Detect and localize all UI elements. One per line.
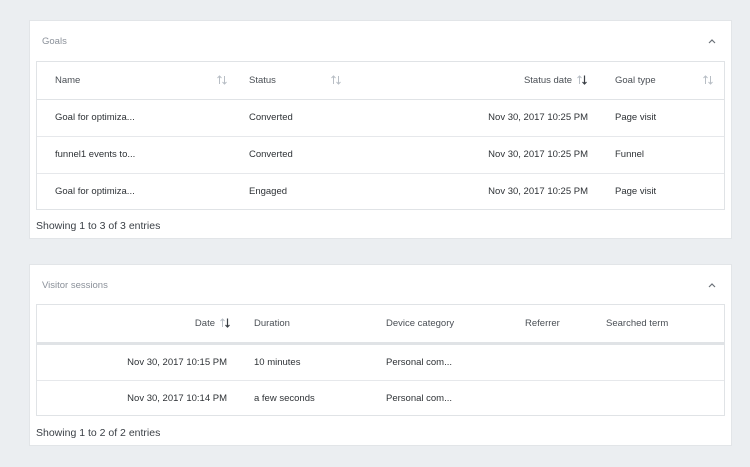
goal-status-date-cell: Nov 30, 2017 10:25 PM [347, 136, 605, 174]
goals-entries-info: Showing 1 to 3 of 3 entries [36, 220, 161, 232]
session-device-cell: Personal com... [386, 393, 452, 405]
sort-descending-icon[interactable] [219, 317, 231, 329]
goal-type-cell: Funnel [605, 136, 724, 174]
session-duration-cell: 10 minutes [245, 343, 377, 381]
goals-title: Goals [42, 35, 67, 47]
sessions-table: Date Duration Device category Referrer S… [36, 304, 725, 416]
column-header-device-category[interactable]: Device category [377, 305, 516, 345]
table-row[interactable]: Nov 30, 2017 10:15 PM 10 minutes Persona… [37, 343, 724, 381]
goal-name-cell: funnel1 events to... [37, 136, 237, 174]
session-duration-cell: a few seconds [254, 393, 315, 405]
column-status-date-label: Status date [523, 74, 572, 86]
session-device-cell: Personal com... [377, 343, 516, 381]
goal-name-cell: Goal for optimiza... [55, 186, 135, 198]
goals-panel-header: Goals [30, 21, 731, 61]
column-header-name[interactable]: Name [37, 62, 237, 100]
sessions-panel-header: Visitor sessions [30, 265, 731, 305]
column-name-label: Name [55, 74, 81, 86]
column-header-status[interactable]: Status [237, 62, 347, 100]
sessions-title: Visitor sessions [42, 279, 108, 291]
session-searched-term-cell [597, 380, 724, 415]
visitor-sessions-panel: Visitor sessions Date Duration Device ca… [29, 264, 732, 446]
sessions-header-row: Date Duration Device category Referrer S… [37, 305, 724, 345]
session-date-cell: Nov 30, 2017 10:14 PM [127, 393, 227, 405]
goal-status-date-cell: Nov 30, 2017 10:25 PM [488, 186, 588, 198]
goal-name-cell: Goal for optimiza... [37, 99, 237, 137]
table-row[interactable]: Goal for optimiza... Engaged Nov 30, 201… [37, 173, 724, 209]
sort-descending-icon[interactable] [576, 74, 588, 86]
table-row[interactable]: Nov 30, 2017 10:14 PM a few seconds Pers… [37, 380, 724, 415]
goal-status-cell: Engaged [249, 186, 288, 198]
sessions-entries-info: Showing 1 to 2 of 2 entries [36, 427, 161, 439]
goal-status-date-cell: Nov 30, 2017 10:25 PM [347, 99, 605, 137]
sort-icon[interactable] [330, 74, 342, 86]
chevron-up-icon[interactable] [705, 278, 719, 292]
goals-header-row: Name Status Status date Goal type [37, 62, 724, 100]
column-date-label: Date [194, 317, 215, 329]
goal-status-cell: Converted [237, 99, 347, 137]
goal-type-cell: Page visit [605, 99, 724, 137]
column-goal-type-label: Goal type [615, 74, 656, 86]
column-header-status-date[interactable]: Status date [347, 62, 605, 100]
column-header-goal-type[interactable]: Goal type [605, 62, 724, 100]
sort-icon[interactable] [702, 74, 714, 86]
table-row[interactable]: funnel1 events to... Converted Nov 30, 2… [37, 136, 724, 174]
goals-table: Name Status Status date Goal type Goal f… [36, 61, 725, 210]
column-header-duration[interactable]: Duration [245, 305, 377, 345]
session-date-cell: Nov 30, 2017 10:15 PM [37, 343, 245, 381]
column-status-label: Status [249, 74, 276, 86]
session-referrer-cell [516, 343, 597, 381]
sort-icon[interactable] [216, 74, 228, 86]
session-searched-term-cell [597, 343, 724, 381]
goal-type-cell: Page visit [615, 186, 657, 198]
column-header-searched-term[interactable]: Searched term [597, 305, 724, 345]
column-header-referrer[interactable]: Referrer [516, 305, 597, 345]
session-referrer-cell [516, 380, 597, 415]
goals-panel: Goals Name Status Status date Goal type … [29, 20, 732, 239]
column-header-date[interactable]: Date [37, 305, 245, 345]
goal-status-cell: Converted [237, 136, 347, 174]
chevron-up-icon[interactable] [705, 34, 719, 48]
table-row[interactable]: Goal for optimiza... Converted Nov 30, 2… [37, 99, 724, 137]
